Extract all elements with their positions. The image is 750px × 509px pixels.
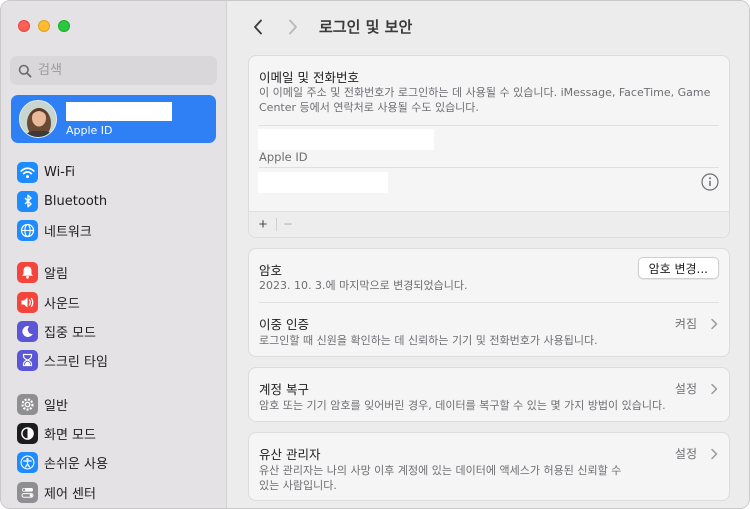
- two-factor-title: 이중 인증: [259, 317, 309, 332]
- zoom-window-button[interactable]: [58, 20, 70, 32]
- hourglass-icon: [17, 349, 38, 371]
- phone-number-redacted[interactable]: [258, 172, 388, 193]
- sidebar-item-wifi[interactable]: Wi-Fi: [17, 159, 75, 185]
- sidebar-item-label: 집중 모드: [44, 325, 96, 341]
- two-factor-status: 켜짐: [674, 317, 697, 331]
- account-subtitle: Apple ID: [66, 123, 113, 137]
- sidebar-item-screen-time[interactable]: 스크린 타임: [17, 347, 108, 373]
- chevron-left-icon: [254, 19, 262, 35]
- search-input[interactable]: [38, 63, 198, 78]
- two-factor-description: 로그인할 때 신원을 확인하는 데 신뢰하는 기기 및 전화번호가 사용됩니다.: [259, 334, 598, 347]
- account-recovery-value: 설정: [674, 382, 697, 396]
- globe-icon: [17, 219, 38, 241]
- avatar: [19, 100, 57, 138]
- sidebar-item-sound[interactable]: 사운드: [17, 289, 80, 315]
- sidebar-item-label: Wi-Fi: [44, 164, 76, 180]
- search-field[interactable]: [10, 56, 217, 85]
- sidebar-item-label: 일반: [44, 398, 68, 414]
- traffic-lights: [18, 20, 70, 32]
- info-icon[interactable]: [701, 173, 719, 195]
- close-window-button[interactable]: [18, 20, 30, 32]
- apple-id-label: Apple ID: [259, 150, 308, 164]
- email-card-title: 이메일 및 전화번호: [259, 70, 359, 85]
- wifi-icon: [17, 161, 38, 183]
- legacy-contact-card[interactable]: 유산 관리자 유산 관리자는 나의 사망 이후 계정에 있는 데이터에 액세스가…: [248, 432, 730, 501]
- chevron-right-icon: [711, 448, 718, 460]
- account-name-redacted: [66, 101, 172, 121]
- legacy-contact-value: 설정: [674, 447, 697, 461]
- apple-id-account-item[interactable]: Apple ID: [11, 95, 216, 143]
- appearance-icon: [17, 422, 38, 444]
- account-recovery-description: 암호 또는 기기 암호를 잊어버린 경우, 데이터를 복구할 수 있는 몇 가지…: [259, 399, 666, 412]
- bluetooth-icon: [17, 190, 38, 212]
- chevron-right-icon: [711, 383, 718, 395]
- sidebar-item-label: 손쉬운 사용: [44, 456, 108, 472]
- sidebar-item-label: 네트워크: [44, 224, 92, 240]
- remove-button[interactable]: −: [277, 212, 299, 236]
- sidebar-item-label: 사운드: [44, 296, 80, 312]
- sidebar-item-label: 제어 센터: [44, 486, 96, 502]
- minimize-window-button[interactable]: [38, 20, 50, 32]
- password-card: 암호 2023. 10. 3.에 마지막으로 변경되었습니다. 암호 변경...…: [248, 248, 730, 357]
- sidebar-item-bluetooth[interactable]: Bluetooth: [17, 188, 107, 214]
- email-phone-card: 이메일 및 전화번호 이 이메일 주소 및 전화번호가 로그인하는 데 사용될 …: [248, 55, 730, 238]
- two-factor-row[interactable]: 이중 인증 로그인할 때 신원을 확인하는 데 신뢰하는 기기 및 전화번호가 …: [249, 303, 729, 357]
- add-button[interactable]: +: [252, 212, 274, 236]
- control-center-icon: [17, 481, 38, 503]
- chevron-right-icon: [711, 318, 718, 330]
- legacy-contact-description: 유산 관리자는 나의 사망 이후 계정에 있는 데이터에 액세스가 허용된 신뢰…: [259, 464, 622, 492]
- sidebar-item-label: 화면 모드: [44, 427, 96, 443]
- sidebar-item-notifications[interactable]: 알림: [17, 259, 68, 285]
- gear-icon: [17, 393, 38, 415]
- sidebar-item-focus[interactable]: 집중 모드: [17, 318, 96, 344]
- forward-button[interactable]: [283, 17, 303, 37]
- sidebar-item-appearance[interactable]: 화면 모드: [17, 420, 96, 446]
- accessibility-icon: [17, 451, 38, 473]
- divider: [259, 125, 719, 126]
- sidebar-item-label: 스크린 타임: [44, 354, 108, 370]
- speaker-icon: [17, 291, 38, 313]
- divider: [259, 167, 719, 168]
- sidebar-item-label: Bluetooth: [44, 193, 108, 209]
- bell-icon: [17, 261, 38, 283]
- list-toolbar: [249, 212, 729, 237]
- account-recovery-card[interactable]: 계정 복구 암호 또는 기기 암호를 잊어버린 경우, 데이터를 복구할 수 있…: [248, 367, 730, 422]
- chevron-right-icon: [289, 19, 297, 35]
- search-icon: [18, 64, 32, 78]
- main-pane: 로그인 및 보안 이메일 및 전화번호 이 이메일 주소 및 전화번호가 로그인…: [228, 1, 749, 508]
- sidebar: Apple ID Wi-Fi Bluetooth: [1, 1, 227, 508]
- sidebar-item-network[interactable]: 네트워크: [17, 217, 92, 243]
- page-title: 로그인 및 보안: [319, 18, 413, 36]
- back-button[interactable]: [248, 17, 268, 37]
- sidebar-item-control-center[interactable]: 제어 센터: [17, 479, 96, 505]
- sidebar-item-label: 알림: [44, 266, 68, 282]
- password-title: 암호: [259, 263, 283, 278]
- settings-window: Apple ID Wi-Fi Bluetooth: [0, 0, 750, 509]
- email-card-description: 이 이메일 주소 및 전화번호가 로그인하는 데 사용될 수 있습니다. iMe…: [259, 86, 711, 114]
- moon-icon: [17, 320, 38, 342]
- apple-id-email-redacted: [258, 129, 434, 150]
- change-password-button[interactable]: 암호 변경...: [637, 257, 719, 279]
- account-recovery-title: 계정 복구: [259, 382, 309, 397]
- password-description: 2023. 10. 3.에 마지막으로 변경되었습니다.: [259, 279, 468, 292]
- legacy-contact-title: 유산 관리자: [259, 447, 321, 462]
- sidebar-item-general[interactable]: 일반: [17, 391, 68, 417]
- sidebar-item-accessibility[interactable]: 손쉬운 사용: [17, 449, 108, 475]
